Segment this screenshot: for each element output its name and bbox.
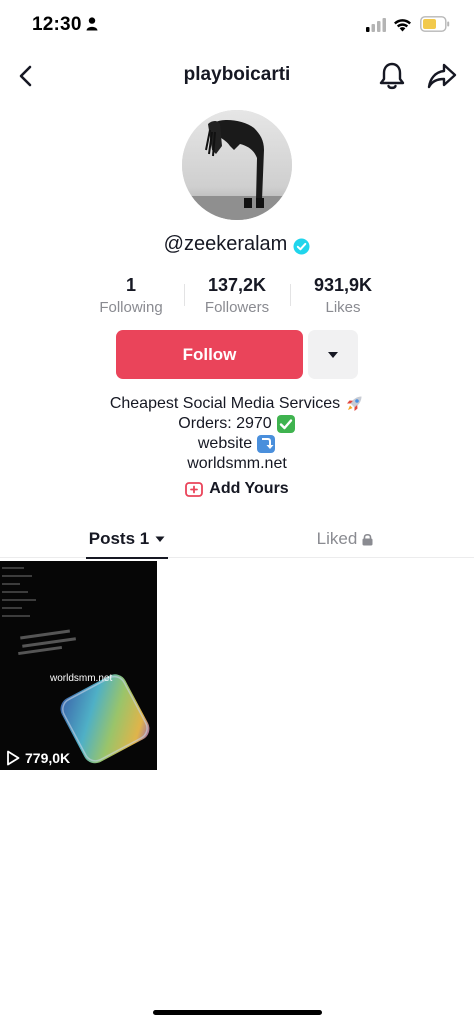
profile-stats: 1 Following 137,2K Followers 931,9K Like… — [78, 274, 396, 320]
signal-icon — [366, 18, 386, 32]
bio-line-1: Cheapest Social Media Services — [0, 394, 474, 414]
verified-badge-icon — [293, 238, 310, 254]
status-time: 12:30 — [32, 14, 82, 35]
username: @zeekeralam — [163, 233, 288, 255]
bio-line-1-text: Cheapest Social Media Services — [109, 395, 341, 412]
add-yours-icon — [185, 482, 204, 497]
status-bar: 12:30 — [0, 0, 474, 50]
lock-icon — [362, 533, 373, 545]
stat-following[interactable]: 1 Following — [78, 274, 184, 320]
post-image — [0, 561, 157, 770]
stat-following-label: Following — [99, 299, 163, 316]
caret-down-icon — [155, 536, 165, 542]
battery-icon — [420, 16, 450, 32]
bio: Cheapest Social Media Services Orders: 2… — [0, 394, 474, 474]
tab-liked-label: Liked — [316, 529, 358, 548]
bio-link[interactable]: worldsmm.net — [187, 454, 287, 474]
post-caption-overlay: worldsmm.net — [50, 673, 113, 684]
wifi-icon — [394, 19, 411, 32]
tab-liked[interactable]: Liked — [300, 520, 390, 558]
bio-line-3-text: website — [197, 435, 253, 452]
profile-header: playboicarti — [0, 55, 474, 97]
stat-followers-label: Followers — [204, 299, 270, 316]
person-icon — [86, 17, 98, 31]
add-yours-label: Add Yours — [209, 480, 289, 497]
down-arrow-emoji-icon — [257, 435, 276, 453]
post-view-count: 779,0K — [6, 750, 70, 766]
post-thumbnail[interactable]: worldsmm.net 779,0K — [0, 561, 157, 770]
share-arrow-icon[interactable] — [427, 62, 457, 90]
tab-posts[interactable]: Posts 1 — [86, 520, 168, 559]
add-yours-button[interactable]: Add Yours — [0, 480, 474, 498]
rocket-emoji-icon — [347, 396, 362, 411]
stat-likes-label: Likes — [325, 299, 361, 316]
bell-icon[interactable] — [378, 61, 406, 91]
check-mark-button-emoji-icon — [276, 415, 295, 433]
tab-posts-label: Posts 1 — [88, 529, 150, 548]
follow-button[interactable]: Follow — [116, 330, 303, 379]
bio-line-4[interactable]: worldsmm.net — [0, 454, 474, 474]
view-count-value: 779,0K — [25, 750, 71, 766]
suggested-accounts-button[interactable] — [308, 330, 358, 379]
stat-following-value: 1 — [125, 275, 136, 295]
content-tabs: Posts 1 Liked — [0, 520, 474, 559]
stat-followers[interactable]: 137,2K Followers — [184, 274, 290, 320]
avatar[interactable] — [182, 110, 292, 220]
bio-line-3: website — [0, 434, 474, 454]
stat-likes[interactable]: 931,9K Likes — [290, 274, 396, 320]
caret-down-icon — [328, 351, 338, 358]
bio-line-2-text: Orders: 2970 — [178, 415, 272, 432]
username-row: @zeekeralam — [0, 233, 474, 256]
home-indicator — [153, 1010, 322, 1015]
bio-line-2: Orders: 2970 — [0, 414, 474, 434]
stat-likes-value: 931,9K — [313, 275, 373, 295]
stat-followers-value: 137,2K — [207, 275, 267, 295]
play-icon — [7, 750, 20, 766]
